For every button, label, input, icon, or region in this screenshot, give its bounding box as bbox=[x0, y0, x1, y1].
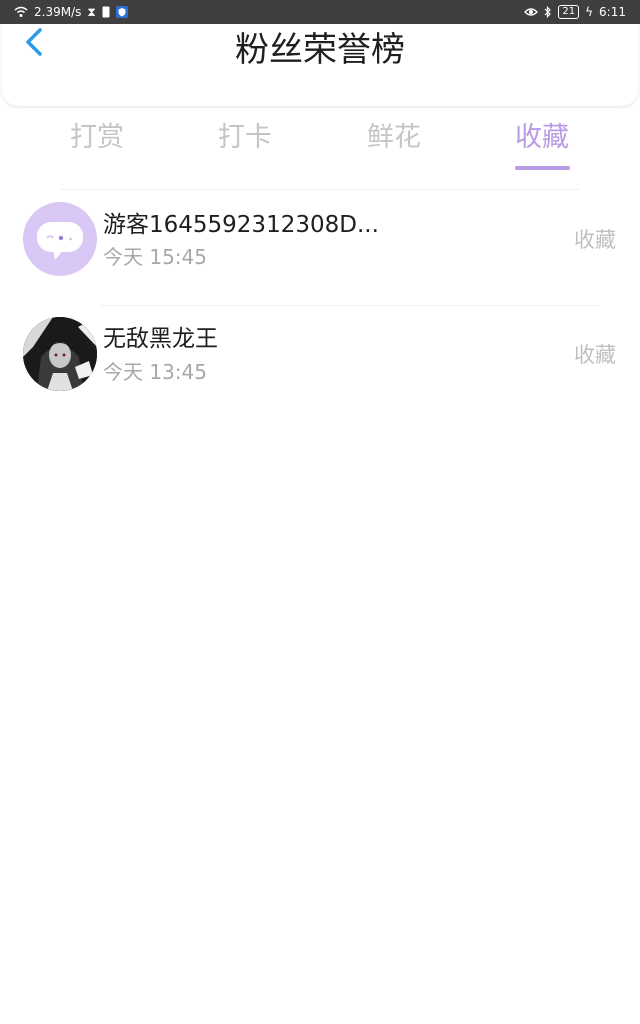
tab-reward[interactable]: 打赏 bbox=[47, 118, 147, 158]
timestamp: 今天 13:45 bbox=[103, 360, 207, 384]
status-bar: 2.39M/s ⧗ 21 ϟ 6:11 bbox=[0, 0, 640, 24]
tab-flowers[interactable]: 鲜花 bbox=[344, 118, 444, 158]
clock-time: 6:11 bbox=[599, 5, 626, 19]
status-left: 2.39M/s ⧗ bbox=[14, 0, 128, 24]
back-button[interactable] bbox=[16, 22, 52, 62]
avatar bbox=[23, 317, 97, 391]
list-item[interactable]: 游客1645592312308D... 今天 15:45 收藏 bbox=[0, 190, 640, 300]
header-bar bbox=[2, 24, 638, 106]
tab-favorites[interactable]: 收藏 bbox=[492, 118, 592, 158]
sim-card-icon bbox=[102, 6, 110, 18]
avatar bbox=[23, 202, 97, 276]
user-photo-icon bbox=[23, 317, 97, 391]
hourglass-icon: ⧗ bbox=[87, 5, 96, 19]
charging-icon: ϟ bbox=[585, 5, 594, 19]
tab-bar: 打赏 打卡 鲜花 收藏 bbox=[0, 112, 640, 172]
status-right: 21 ϟ 6:11 bbox=[524, 0, 626, 24]
action-label: 收藏 bbox=[574, 228, 616, 252]
bluetooth-icon bbox=[544, 6, 552, 18]
active-tab-indicator bbox=[515, 166, 570, 170]
battery-level: 21 bbox=[558, 5, 580, 19]
action-label: 收藏 bbox=[574, 343, 616, 367]
user-name: 无敌黑龙王 bbox=[103, 326, 218, 352]
user-name: 游客1645592312308D... bbox=[103, 212, 379, 238]
timestamp: 今天 15:45 bbox=[103, 245, 207, 269]
list-item[interactable]: 无敌黑龙王 今天 13:45 收藏 bbox=[0, 306, 640, 416]
eye-icon bbox=[524, 8, 539, 16]
shield-icon bbox=[115, 6, 128, 18]
chevron-left-icon bbox=[26, 28, 42, 56]
chat-bubble-icon bbox=[37, 222, 83, 260]
tab-checkin[interactable]: 打卡 bbox=[195, 118, 295, 158]
wifi-icon bbox=[14, 6, 28, 17]
network-speed: 2.39M/s bbox=[34, 5, 82, 19]
